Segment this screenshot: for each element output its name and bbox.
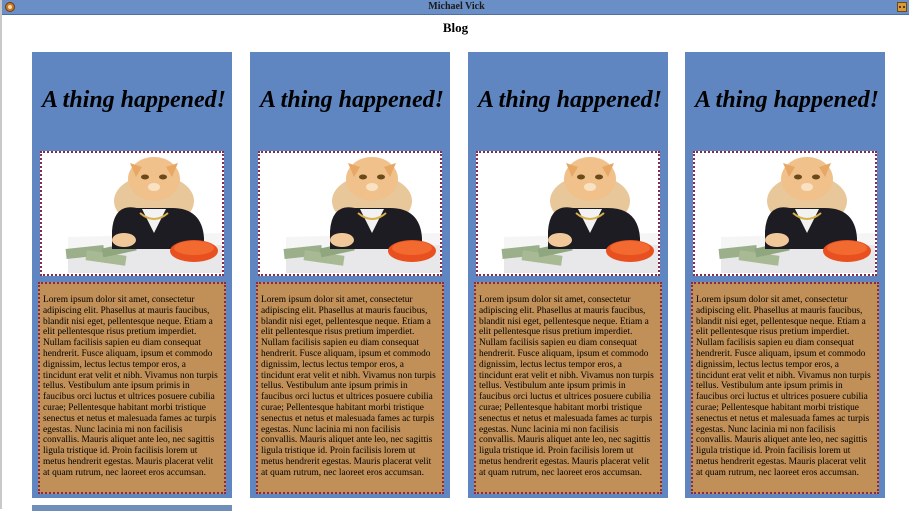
cat-illustration — [260, 153, 440, 274]
post-body: Lorem ipsum dolor sit amet, consectetur … — [256, 282, 444, 494]
window-menu-icon[interactable] — [897, 2, 907, 12]
cat-illustration — [478, 153, 658, 274]
window-title: Michael Vick — [428, 1, 485, 12]
post-body: Lorem ipsum dolor sit amet, consectetur … — [38, 282, 226, 494]
cat-in-suit-with-money-image — [40, 151, 224, 276]
post-title: A thing happened! — [694, 87, 880, 113]
blog-post-card: A thing happened! Lorem ipsum dolor sit … — [250, 52, 450, 498]
cat-in-suit-with-money-image — [693, 151, 877, 276]
app-window: Michael Vick Blog A thing happened! Lore… — [0, 0, 909, 511]
blog-post-card: A thing happened! Lorem ipsum dolor sit … — [685, 52, 885, 498]
next-post-card-edge — [32, 505, 232, 511]
post-body: Lorem ipsum dolor sit amet, consectetur … — [474, 282, 662, 494]
page-title: Blog — [442, 20, 469, 35]
blog-post-card: A thing happened! Lorem ipsum dolor sit … — [32, 52, 232, 498]
cat-in-suit-with-money-image — [476, 151, 660, 276]
post-body: Lorem ipsum dolor sit amet, consectetur … — [691, 282, 879, 494]
cat-illustration — [42, 153, 222, 274]
post-title: A thing happened! — [477, 87, 663, 113]
cat-illustration — [695, 153, 875, 274]
window-titlebar[interactable]: Michael Vick — [2, 0, 909, 15]
blog-post-card: A thing happened! Lorem ipsum dolor sit … — [468, 52, 668, 498]
post-title: A thing happened! — [41, 87, 227, 113]
post-title: A thing happened! — [259, 87, 445, 113]
cat-in-suit-with-money-image — [258, 151, 442, 276]
